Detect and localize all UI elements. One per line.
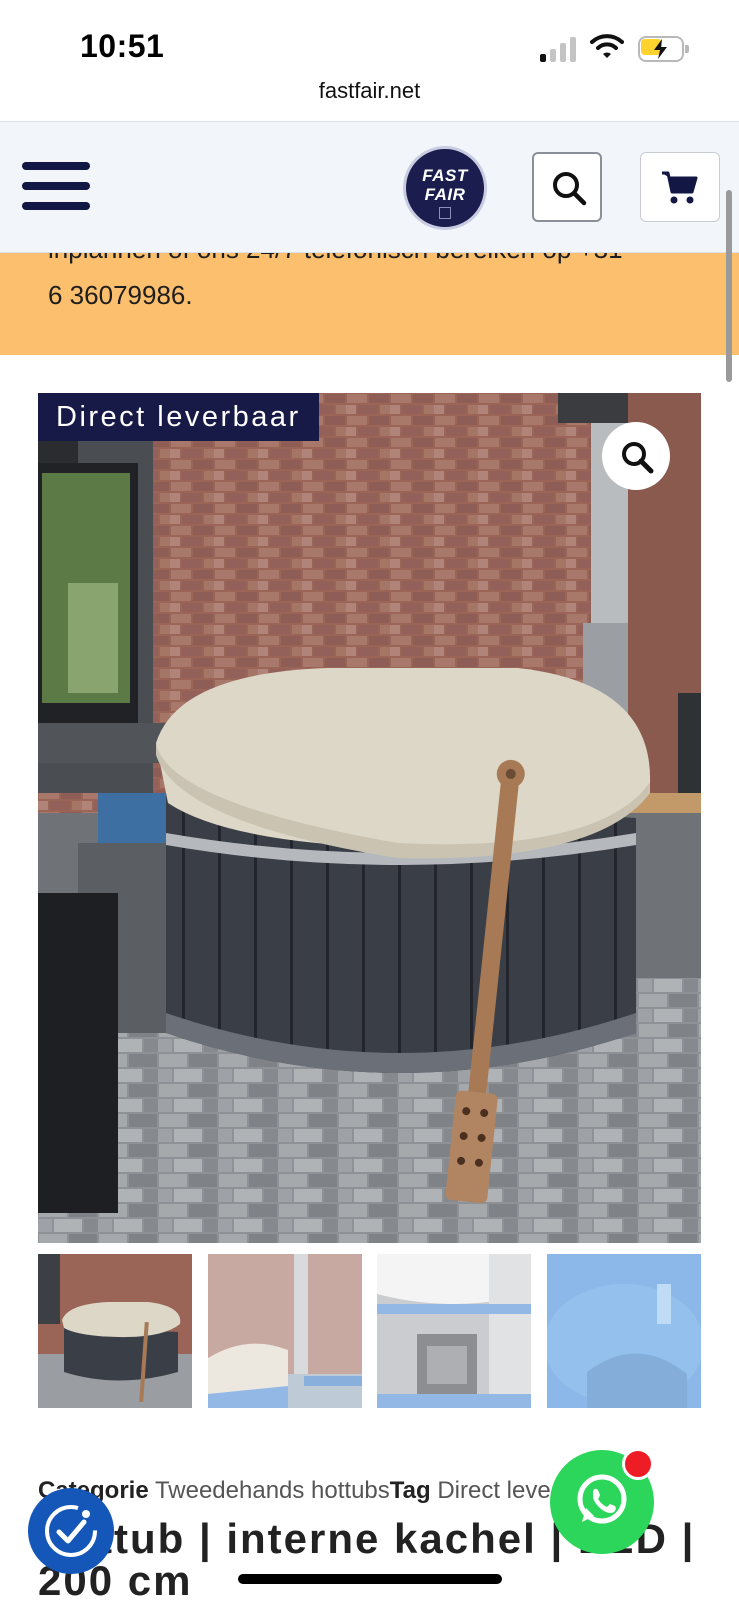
charging-bolt-icon	[654, 39, 667, 59]
product-main-image[interactable]	[38, 393, 701, 1243]
zoom-button[interactable]	[602, 422, 670, 490]
cart-icon	[662, 171, 698, 204]
thumbnail-1[interactable]	[38, 1254, 192, 1408]
thumbnail-strip	[38, 1254, 701, 1410]
stock-badge: Direct leverbaar	[38, 393, 319, 441]
signal-icon	[540, 36, 576, 62]
search-icon	[553, 172, 587, 206]
home-indicator[interactable]	[238, 1574, 502, 1584]
accessibility-icon	[45, 1505, 97, 1557]
magnifier-icon	[622, 442, 654, 474]
tag-label: Tag	[389, 1477, 431, 1504]
site-header: FAST FAIR	[0, 121, 739, 253]
status-time: 10:51	[80, 28, 165, 64]
logo-mark-icon	[439, 207, 451, 219]
thumbnail-2[interactable]	[208, 1254, 362, 1408]
hottub-photo	[38, 393, 701, 1243]
whatsapp-icon	[577, 1474, 627, 1524]
hamburger-icon[interactable]	[22, 162, 90, 212]
cart-button[interactable]	[640, 152, 720, 222]
logo-text-fair: FAIR	[424, 185, 466, 204]
search-button[interactable]	[532, 152, 602, 222]
status-bar: 10:51 fastfair.net	[0, 0, 739, 120]
accessibility-button[interactable]	[28, 1488, 114, 1574]
thumbnail-4[interactable]	[547, 1254, 701, 1408]
notice-line-2: 6 36079986.	[48, 280, 193, 310]
battery-icon	[638, 36, 690, 62]
thumbnail-3[interactable]	[377, 1254, 531, 1408]
site-logo[interactable]: FAST FAIR	[403, 146, 487, 230]
product-meta: Categorie Tweedehands hottubsTag Direct …	[38, 1477, 551, 1505]
notification-dot	[622, 1448, 654, 1480]
tag-link[interactable]: Direct leve	[437, 1477, 550, 1504]
category-link[interactable]: Tweedehands hottubs	[155, 1477, 390, 1504]
url-bar[interactable]: fastfair.net	[0, 78, 739, 104]
wifi-icon	[590, 34, 624, 58]
logo-text-fast: FAST	[422, 166, 468, 185]
page-scrollbar[interactable]	[726, 190, 732, 382]
